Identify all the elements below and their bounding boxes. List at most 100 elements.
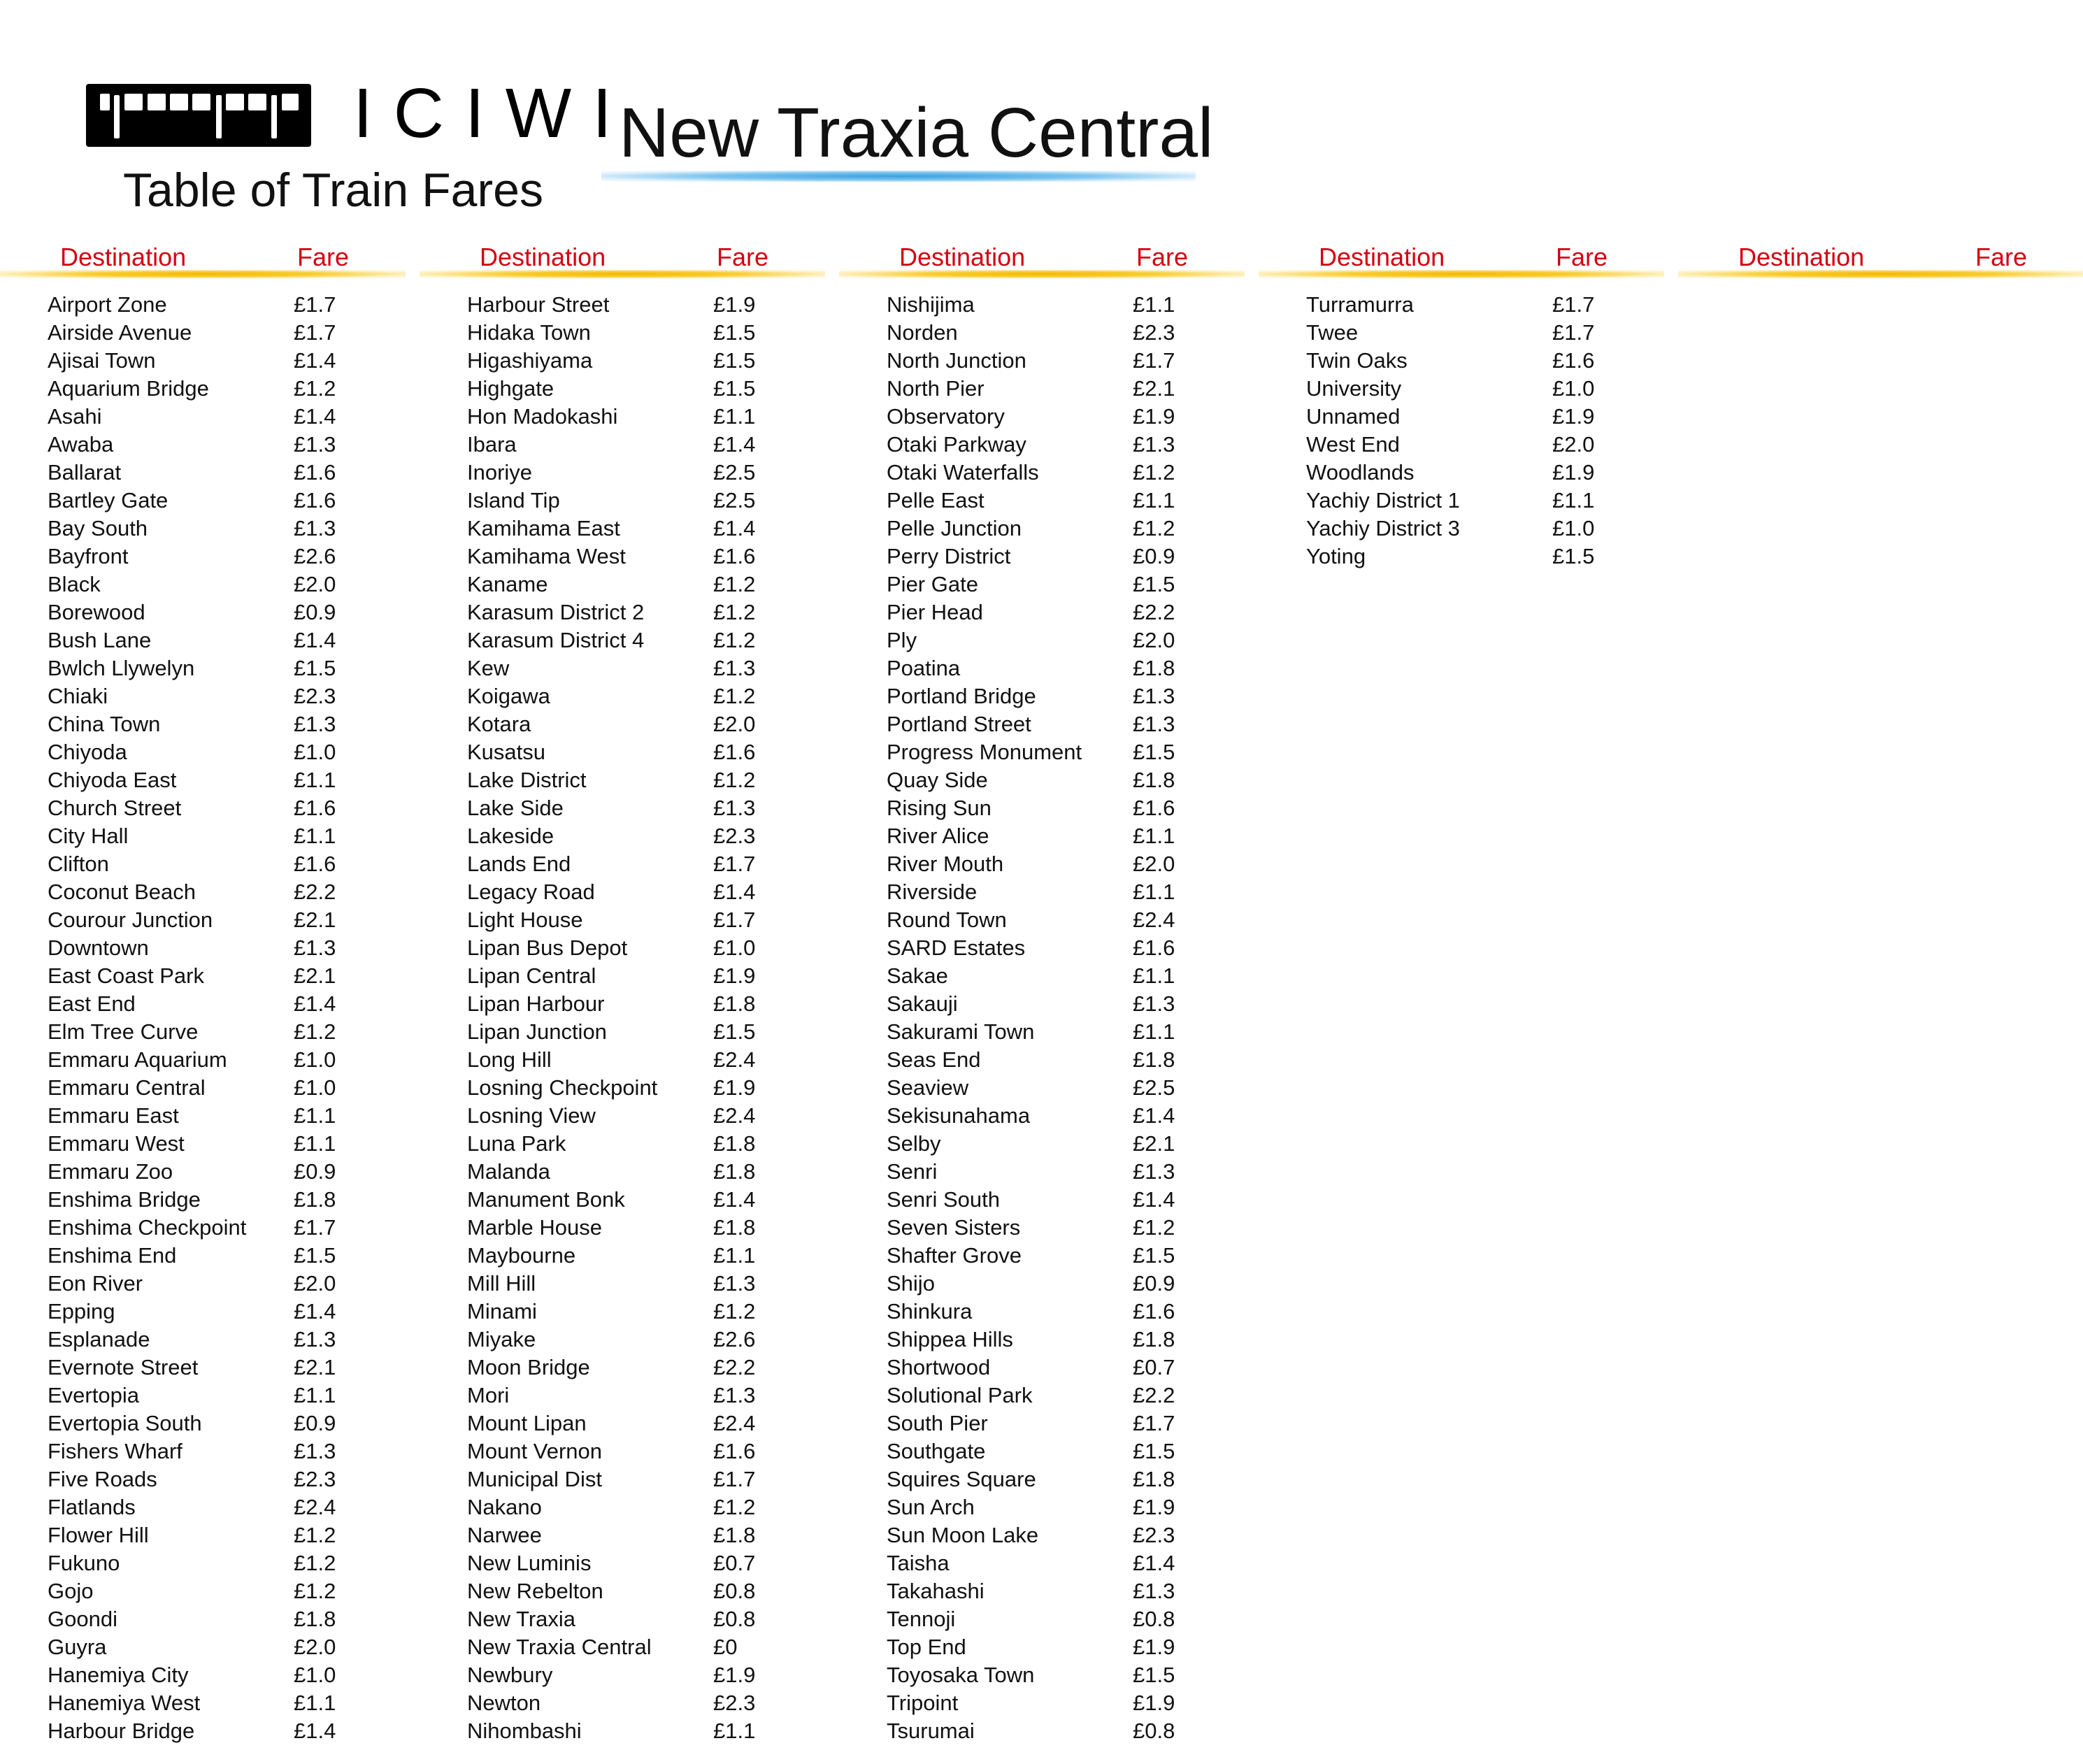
destination-name: Downtown: [48, 935, 149, 960]
fare-row: North Pier £2.1: [887, 375, 1250, 403]
destination-name: Shippea Hills: [887, 1327, 1013, 1351]
destination-name: China Town: [48, 712, 161, 736]
fare-value: £1.2: [713, 572, 756, 596]
destination-name: Chiyoda East: [48, 768, 177, 792]
destination-name: Airport Zone: [48, 292, 167, 317]
fare-value: £2.3: [1133, 320, 1175, 345]
fare-value: £1.6: [294, 796, 336, 820]
fare-value: £2.1: [294, 1355, 336, 1379]
fare-value: £1.6: [294, 488, 336, 512]
destination-name: Bay South: [48, 516, 148, 540]
destination-name: Long Hill: [467, 1047, 552, 1072]
fare-value: £1.3: [1133, 684, 1175, 708]
fare-value: £1.1: [1133, 292, 1175, 317]
fare-row: Municipal Dist £1.7: [467, 1465, 831, 1493]
fare-column: Destination Fare Turramurra £1.7 Twee £1.7 Twi…: [1259, 0, 1678, 1764]
destination-name: Maybourne: [467, 1243, 576, 1268]
fare-value: £1.2: [713, 600, 756, 624]
fare-row: Lipan Junction £1.5: [467, 1018, 831, 1046]
fare-row: Woodlands £1.9: [1306, 459, 1670, 487]
fare-value: £1.7: [1552, 320, 1595, 345]
destination-name: Minami: [467, 1299, 537, 1324]
fare-value: £1.6: [713, 544, 756, 568]
fare-value: £1.8: [713, 1131, 756, 1156]
fare-row: Asahi £1.4: [48, 403, 411, 431]
fare-value: £1.5: [713, 1019, 756, 1044]
fare-value: £1.5: [713, 376, 756, 401]
fare-row: Clifton £1.6: [48, 850, 411, 878]
destination-name: Yachiy District 1: [1306, 488, 1460, 512]
fare-value: £1.5: [1133, 1243, 1175, 1268]
destination-name: Hidaka Town: [467, 320, 591, 345]
fare-row: Pier Head £2.2: [887, 598, 1250, 626]
fare-row: Flatlands £2.4: [48, 1493, 411, 1521]
fare-value: £1.0: [294, 1047, 336, 1072]
fare-value: £1.9: [1133, 1635, 1175, 1659]
destination-name: Clifton: [48, 852, 109, 876]
destination-name: Coconut Beach: [48, 880, 196, 904]
fare-value: £2.0: [1133, 628, 1175, 652]
fare-value: £2.4: [713, 1411, 756, 1435]
destination-name: Seaview: [887, 1075, 969, 1100]
destination-name: Mori: [467, 1383, 510, 1407]
destination-name: Sekisunahama: [887, 1103, 1031, 1128]
destination-name: Woodlands: [1306, 460, 1415, 485]
fare-value: £1.2: [713, 1299, 756, 1324]
fare-value: £1.8: [713, 1159, 756, 1184]
fare-value: £2.0: [713, 712, 756, 736]
fare-row: Malanda £1.8: [467, 1158, 831, 1186]
fare-value: £1.7: [1133, 348, 1175, 373]
destination-name: Fukuno: [48, 1551, 120, 1575]
fare-row: Observatory £1.9: [887, 403, 1250, 431]
fare-row: Squires Square £1.8: [887, 1465, 1250, 1493]
fare-row: Island Tip £2.5: [467, 487, 831, 515]
fare-value: £1.3: [294, 712, 336, 736]
destination-name: Tsurumai: [887, 1719, 975, 1743]
destination-name: Otaki Waterfalls: [887, 460, 1039, 485]
destination-name: Pier Gate: [887, 572, 978, 596]
destination-name: Sakae: [887, 963, 948, 988]
destination-name: Nihombashi: [467, 1719, 582, 1743]
fare-row: Bartley Gate £1.6: [48, 487, 411, 515]
fare-value: £1.5: [294, 1243, 336, 1268]
destination-name: Higashiyama: [467, 348, 593, 373]
fare-row: Gojo £1.2: [48, 1577, 411, 1605]
fare-value: £1.9: [713, 1075, 756, 1100]
fare-value: £1.8: [1133, 1047, 1175, 1072]
fare-row: Shortwood £0.7: [887, 1354, 1250, 1382]
fare-value: £1.9: [713, 292, 756, 317]
fare-value: £1.9: [1552, 404, 1595, 429]
destination-name: Top End: [887, 1635, 966, 1659]
destination-name: Bartley Gate: [48, 488, 169, 512]
fare-value: £1.3: [294, 1439, 336, 1463]
destination-name: Hanemiya West: [48, 1691, 201, 1715]
fare-row: Light House £1.7: [467, 906, 831, 934]
fare-value: £2.3: [713, 1691, 756, 1715]
fare-row: Yachiy District 1 £1.1: [1306, 487, 1670, 515]
fare-value: £0.8: [1133, 1719, 1175, 1743]
fare-row: Five Roads £2.3: [48, 1465, 411, 1493]
destination-name: Five Roads: [48, 1467, 157, 1491]
destination-name: Mill Hill: [467, 1271, 536, 1296]
fare-value: £0.8: [713, 1607, 756, 1631]
fare-value: £2.0: [1133, 852, 1175, 876]
destination-name: Bayfront: [48, 544, 129, 568]
destination-name: Lake District: [467, 768, 587, 792]
fare-row: Pelle East £1.1: [887, 487, 1250, 515]
fare-value: £1.4: [713, 516, 756, 540]
destination-name: Lipan Bus Depot: [467, 935, 628, 960]
fare-value: £1.1: [1552, 488, 1595, 512]
fare-row: Norden £2.3: [887, 319, 1250, 347]
fare-value: £1.9: [713, 963, 756, 988]
fare-row: Sekisunahama £1.4: [887, 1102, 1250, 1130]
fare-header: Fare: [717, 243, 769, 271]
destination-name: Asahi: [48, 404, 102, 429]
fare-row: Ajisai Town £1.4: [48, 347, 411, 375]
fare-row: Emmaru West £1.1: [48, 1130, 411, 1158]
destination-name: Lipan Junction: [467, 1019, 607, 1044]
fare-row: Unnamed £1.9: [1306, 403, 1670, 431]
fare-row: Miyake £2.6: [467, 1326, 831, 1354]
destination-name: New Rebelton: [467, 1579, 603, 1603]
fare-row: Seas End £1.8: [887, 1046, 1250, 1074]
destination-name: Losning View: [467, 1103, 596, 1128]
